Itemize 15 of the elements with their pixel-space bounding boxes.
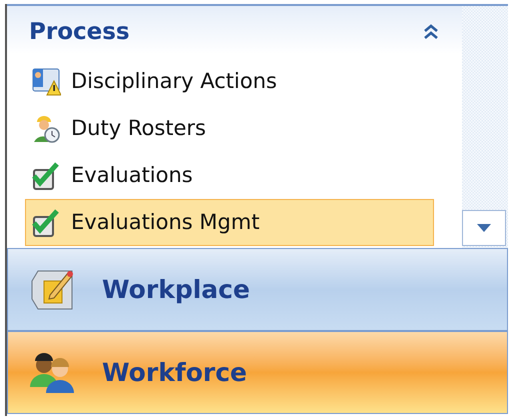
collapse-icon[interactable] [422, 23, 440, 41]
task-item[interactable]: Evaluations Mgmt [25, 199, 434, 246]
task-item[interactable]: Duty Rosters [25, 105, 434, 152]
nav-button[interactable]: Workplace [7, 248, 508, 331]
worker-clock-icon [31, 114, 61, 144]
people-icon [30, 352, 76, 392]
group-title: Process [29, 18, 130, 47]
scroll-down-button[interactable] [462, 210, 506, 246]
task-item[interactable]: Disciplinary Actions [25, 58, 434, 105]
checkbox-icon [31, 160, 61, 190]
checkbox-icon [31, 208, 61, 238]
caret-down-icon [477, 224, 491, 232]
nav-button[interactable]: Workforce [7, 331, 508, 414]
person-warning-icon [31, 66, 61, 96]
task-item[interactable]: Evaluations [25, 152, 434, 199]
